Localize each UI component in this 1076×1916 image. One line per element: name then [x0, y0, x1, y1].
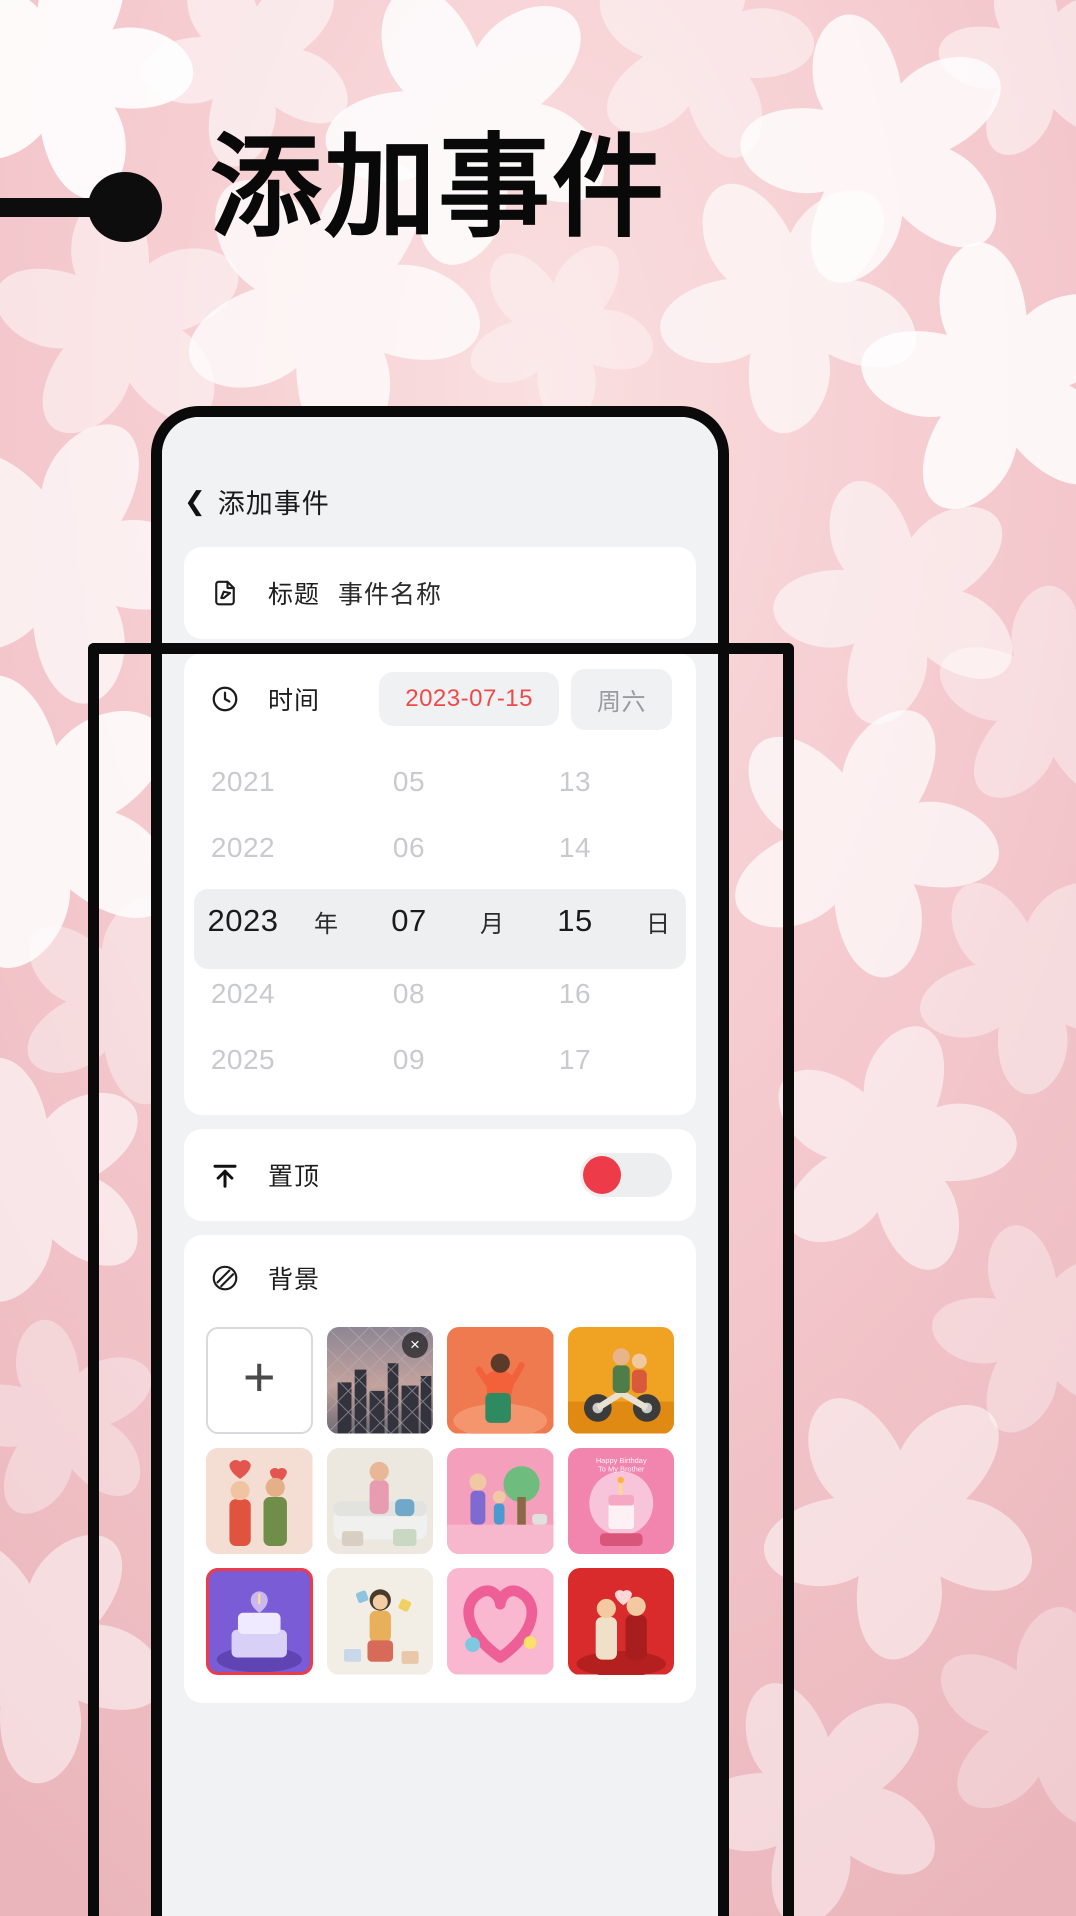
title-card: 标题 事件名称: [184, 547, 696, 639]
picker-row-3[interactable]: 2024 08 16: [184, 961, 696, 1027]
title-field-label: 标题: [268, 581, 321, 609]
year-unit-label: 年: [314, 910, 338, 938]
day-option[interactable]: 16: [523, 978, 627, 1010]
year-option[interactable]: 2022: [191, 832, 295, 864]
poster-title: 添加事件: [210, 123, 666, 253]
day-unit-label: 日: [646, 910, 670, 938]
month-unit-label: 月: [480, 910, 504, 938]
deco-dot: [88, 172, 162, 242]
month-option[interactable]: 05: [357, 766, 461, 798]
title-line-dot-decoration: [0, 172, 172, 242]
picker-row-selected[interactable]: 2023 年 07 月 15 日: [184, 881, 696, 961]
month-option-selected[interactable]: 07: [357, 903, 461, 939]
title-input[interactable]: 事件名称: [338, 575, 442, 611]
picker-row-0[interactable]: 2021 05 13: [184, 749, 696, 815]
day-option[interactable]: 13: [523, 766, 627, 798]
remove-background-icon[interactable]: ×: [402, 1332, 428, 1358]
document-edit-icon: [208, 576, 242, 610]
navigation-bar: ❮ 添加事件: [162, 455, 718, 547]
year-option-selected[interactable]: 2023: [191, 903, 295, 939]
picker-row-1[interactable]: 2022 06 14: [184, 815, 696, 881]
screen-title: 添加事件: [217, 488, 330, 519]
month-option[interactable]: 06: [357, 832, 461, 864]
title-row[interactable]: 标题 事件名称: [184, 547, 696, 639]
year-option[interactable]: 2025: [191, 1044, 295, 1076]
day-option-selected[interactable]: 15: [523, 903, 627, 939]
date-picker[interactable]: 2021 05 13 2022 06 14 2023 年 07 月 15 日 2…: [184, 745, 696, 1115]
month-option[interactable]: 09: [357, 1044, 461, 1076]
year-option[interactable]: 2024: [191, 978, 295, 1010]
chevron-left-icon[interactable]: ❮: [184, 488, 206, 514]
day-option[interactable]: 14: [523, 832, 627, 864]
picker-row-4[interactable]: 2025 09 17: [184, 1027, 696, 1093]
year-option[interactable]: 2021: [191, 766, 295, 798]
month-option[interactable]: 08: [357, 978, 461, 1010]
day-option[interactable]: 17: [523, 1044, 627, 1076]
